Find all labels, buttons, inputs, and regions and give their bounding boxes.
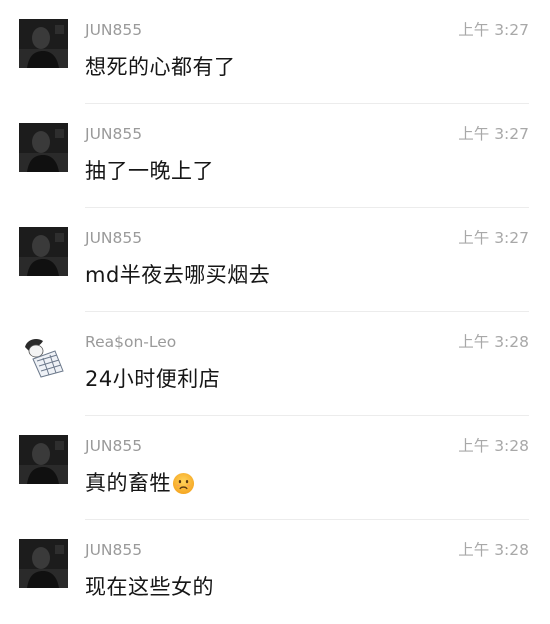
dark-portrait-avatar-icon — [19, 227, 68, 276]
message-content: 抽了一晚上了 — [85, 156, 214, 186]
message-time: 上午 3:27 — [458, 21, 529, 39]
message-text: 抽了一晚上了 — [85, 159, 214, 183]
message-content: 想死的心都有了 — [85, 52, 236, 82]
sender-name: Rea$on-Leo — [85, 333, 177, 351]
message-time: 上午 3:28 — [458, 333, 529, 351]
message-content: md半夜去哪买烟去 — [85, 260, 270, 290]
dark-portrait-avatar-icon — [19, 539, 68, 588]
chat-message[interactable]: JUN855 上午 3:27 抽了一晚上了 — [0, 104, 550, 208]
chat-message[interactable]: Rea$on-Leo 上午 3:28 24小时便利店 — [0, 312, 550, 416]
sender-name: JUN855 — [85, 229, 143, 247]
avatar[interactable] — [19, 227, 68, 276]
sender-name: JUN855 — [85, 541, 143, 559]
message-text: 现在这些女的 — [85, 575, 214, 599]
sender-name: JUN855 — [85, 437, 143, 455]
avatar[interactable] — [19, 19, 68, 68]
chat-message[interactable]: JUN855 上午 3:28 现在这些女的 — [0, 520, 550, 624]
message-content: 24小时便利店 — [85, 364, 220, 394]
chat-message[interactable]: JUN855 上午 3:27 想死的心都有了 — [0, 0, 550, 104]
avatar[interactable] — [19, 331, 68, 380]
chat-message[interactable]: JUN855 上午 3:27 md半夜去哪买烟去 — [0, 208, 550, 312]
avatar[interactable] — [19, 435, 68, 484]
message-time: 上午 3:27 — [458, 229, 529, 247]
sender-name: JUN855 — [85, 21, 143, 39]
sender-name: JUN855 — [85, 125, 143, 143]
message-text: md半夜去哪买烟去 — [85, 263, 271, 287]
message-text: 真的畜牲 — [85, 471, 171, 495]
message-text: 想死的心都有了 — [85, 55, 236, 79]
avatar[interactable] — [19, 123, 68, 172]
message-content: 真的畜牲 — [85, 468, 195, 498]
message-time: 上午 3:27 — [458, 125, 529, 143]
chat-message-list: JUN855 上午 3:27 想死的心都有了 JUN855 上午 3:27 抽了… — [0, 0, 550, 609]
message-time: 上午 3:28 — [458, 541, 529, 559]
chat-message[interactable]: JUN855 上午 3:28 真的畜牲 — [0, 416, 550, 520]
sketch-character-avatar-icon — [19, 331, 68, 380]
frowning-face-emoji-icon — [172, 472, 195, 495]
dark-portrait-avatar-icon — [19, 19, 68, 68]
message-time: 上午 3:28 — [458, 437, 529, 455]
dark-portrait-avatar-icon — [19, 123, 68, 172]
avatar[interactable] — [19, 539, 68, 588]
message-content: 现在这些女的 — [85, 572, 214, 602]
dark-portrait-avatar-icon — [19, 435, 68, 484]
message-text: 24小时便利店 — [85, 367, 221, 391]
